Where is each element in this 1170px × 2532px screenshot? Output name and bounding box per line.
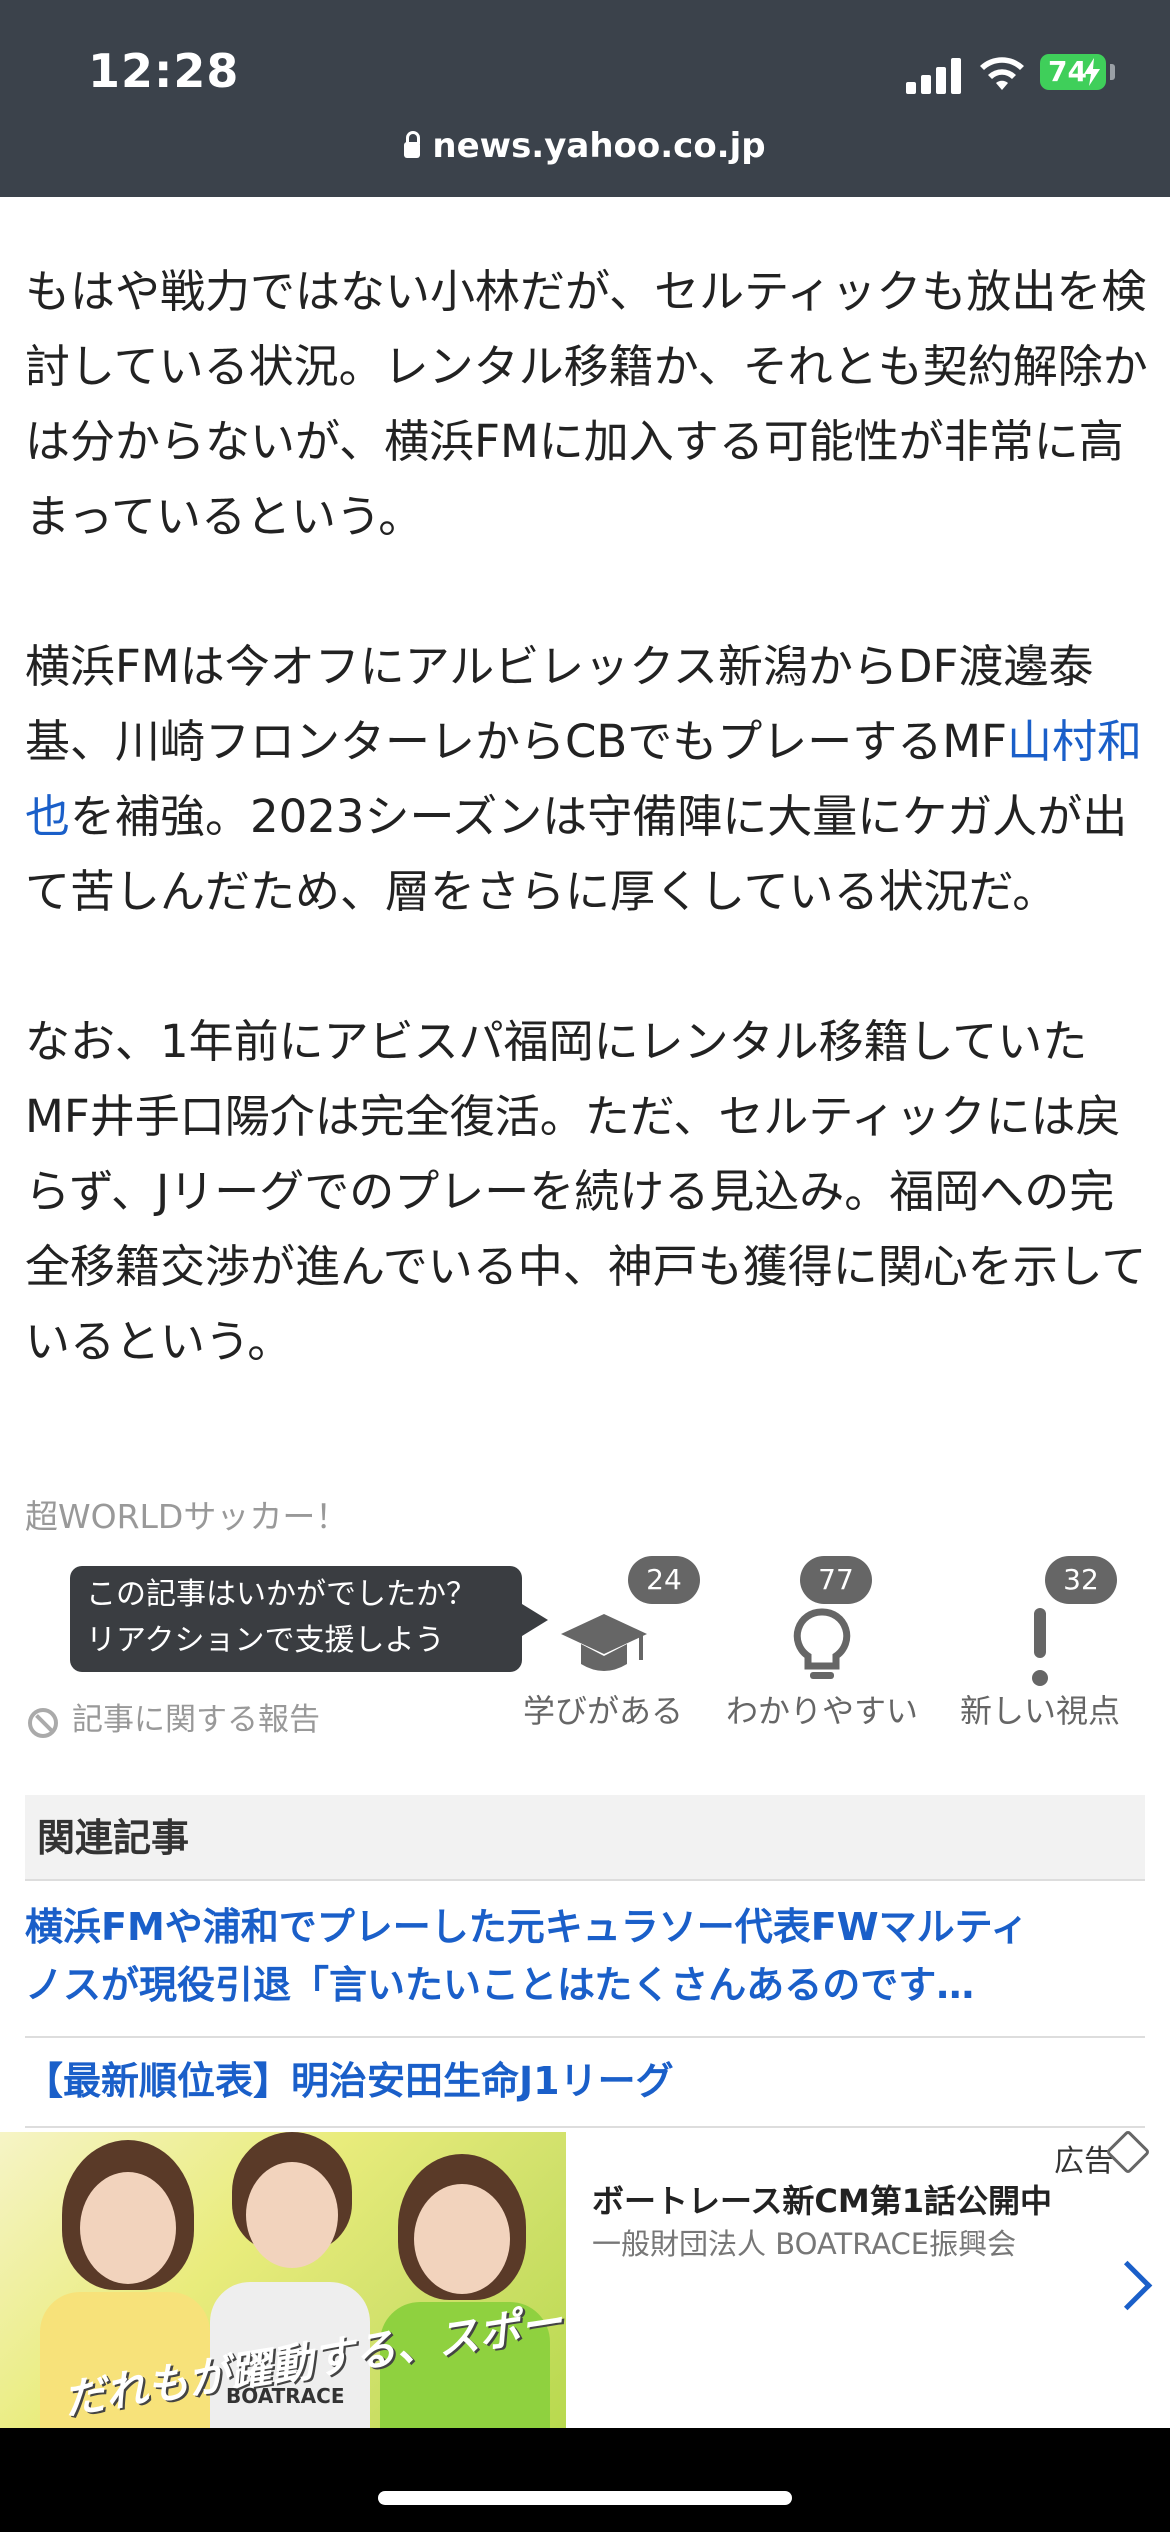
ad-sponsor: 一般財団法人 BOATRACE振興会 (592, 2227, 1017, 2261)
article-paragraph-1: もはや戦力ではない小林だが、セルティックも放出を検討している状況。レンタル移籍か… (25, 265, 1148, 543)
related-article-link[interactable]: 横浜FMや浦和でプレーした元キュラソー代表FWマルティ ノスが現役引退「言いたい… (25, 1898, 1145, 2038)
ad-image[interactable]: だれもが躍動する、スポーツ BOATRACE (0, 2132, 566, 2428)
lock-icon (404, 131, 421, 158)
related-article-link[interactable]: 【最新順位表】明治安田生命J1リーグ (25, 2046, 1145, 2128)
cellular-signal-icon (906, 58, 962, 94)
related-title-line-2: ノスが現役引退「言いたいことはたくさんあるのです… (25, 1963, 975, 2007)
article-source[interactable]: 超WORLDサッカー！ (25, 1490, 348, 1538)
prohibited-icon (28, 1708, 58, 1738)
reaction-understandable-button[interactable]: 77 わかりやすい (722, 1556, 922, 1776)
charging-bolt-icon (1084, 58, 1100, 86)
reaction-label: 新しい視点 (959, 1692, 1120, 1730)
lightbulb-icon (793, 1608, 851, 1679)
address-bar[interactable]: news.yahoo.co.jp (0, 126, 1170, 166)
reaction-count: 32 (1045, 1556, 1117, 1604)
exclamation-icon (1032, 1608, 1048, 1686)
reaction-count: 24 (628, 1556, 700, 1604)
reaction-label: 学びがある (522, 1692, 683, 1730)
tooltip-line-2: リアクションで支援しよう (86, 1623, 445, 1658)
related-heading: 関連記事 (25, 1795, 1145, 1881)
wifi-icon (980, 57, 1024, 90)
reaction-learning-button[interactable]: 24 学びがある (503, 1556, 703, 1776)
ad-brand-logo: BOATRACE (226, 2384, 345, 2408)
battery-cap (1110, 64, 1115, 80)
related-title-line-1: 横浜FMや浦和でプレーした元キュラソー代表FWマルティ (25, 1905, 1029, 1949)
ad-title[interactable]: ボートレース新CM第1話公開中 (592, 2176, 1052, 2222)
tooltip-line-1: この記事はいかがでしたか？ (86, 1577, 476, 1612)
reaction-label: わかりやすい (725, 1692, 918, 1730)
reaction-tooltip: この記事はいかがでしたか？ リアクションで支援しよう (70, 1566, 548, 1672)
reaction-new-perspective-button[interactable]: 32 新しい視点 (940, 1556, 1140, 1776)
article-paragraph-3: なお、1年前にアビスパ福岡にレンタル移籍していたMF井手口陽介は完全復活。ただ、… (25, 1015, 1147, 1368)
report-label: 記事に関する報告 (72, 1702, 320, 1738)
paragraph-2-before: 横浜FMは今オフにアルビレックス新潟からDF渡邊泰基、川崎フロンターレからCBで… (25, 640, 1094, 768)
article-paragraph-2: 横浜FMは今オフにアルビレックス新潟からDF渡邊泰基、川崎フロンターレからCBで… (25, 629, 1150, 929)
related-title-line-1: 【最新順位表】明治安田生命J1リーグ (25, 2059, 674, 2103)
ad-label: 広告 (1054, 2144, 1114, 2179)
status-time: 12:28 (88, 44, 240, 98)
article-body: もはや戦力ではない小林だが、セルティックも放出を検討している状況。レンタル移籍か… (25, 254, 1150, 1454)
browser-top-bar (0, 0, 1170, 197)
paragraph-2-after: を補強。2023シーズンは守備陣に大量にケガ人が出て苦しんだため、層をさらに厚く… (25, 790, 1128, 918)
report-article-link[interactable]: 記事に関する報告 (28, 1694, 320, 1739)
bottom-bar (0, 2428, 1170, 2532)
reaction-count: 77 (800, 1556, 872, 1604)
graduation-cap-icon (561, 1614, 647, 1671)
address-url: news.yahoo.co.jp (432, 126, 766, 166)
home-indicator[interactable] (378, 2491, 792, 2505)
